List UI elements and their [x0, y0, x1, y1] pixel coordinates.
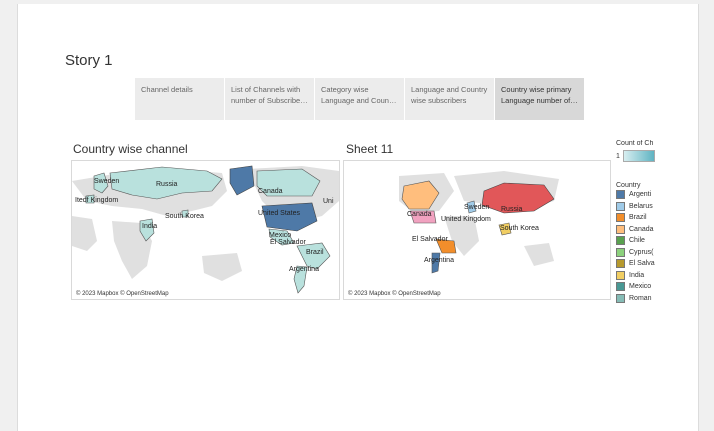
legend-swatch — [616, 190, 625, 200]
map-label: Argentina — [424, 257, 454, 264]
map-label: El Salvador — [270, 239, 306, 246]
legend-swatch — [616, 201, 625, 211]
legend-label: Canada — [629, 225, 654, 233]
map-label: El Salvador — [412, 236, 448, 243]
legend-swatch — [616, 236, 625, 246]
legend-item[interactable]: Belarus — [616, 201, 656, 213]
right-map-svg — [399, 171, 559, 274]
map-label: Canada — [258, 188, 283, 195]
map-credit: © 2023 Mapbox © OpenStreetMap — [76, 291, 169, 297]
map-label: Russia — [156, 181, 178, 188]
country-united-states[interactable] — [261, 202, 318, 232]
legend-item[interactable]: Chile — [616, 235, 656, 247]
right-map[interactable]: Sweden Canada Russia United Kingdom Sout… — [343, 160, 611, 300]
map-label: Itedf Kingdom — [75, 197, 119, 204]
legend-label: India — [629, 271, 645, 279]
map-label: Uni — [323, 198, 334, 205]
legend-item[interactable]: India — [616, 270, 656, 282]
legend-label: Brazil — [629, 214, 647, 222]
left-sheet-title: Country wise channel — [73, 142, 188, 156]
legend-panel: Count of Ch 1 Country Argenti Belarus Braz… — [616, 140, 656, 304]
count-legend-title: Count of Ch — [616, 140, 654, 147]
legend-label: Chile — [629, 237, 645, 245]
map-label: South Korea — [500, 225, 539, 232]
story-point-3[interactable]: Category wise Language and Countr... — [315, 78, 405, 120]
story-point-label: Category wise — [321, 85, 369, 94]
map-label: Sweden — [464, 204, 490, 211]
legend-swatch — [616, 293, 625, 303]
legend-label: Roman — [629, 294, 652, 302]
legend-swatch — [616, 247, 625, 257]
story-point-label: wise subscribers — [411, 96, 467, 105]
legend-swatch — [616, 259, 625, 269]
legend-item[interactable]: Cyprus( — [616, 247, 656, 259]
right-sheet-title: Sheet 11 — [346, 142, 394, 156]
land-australia — [524, 243, 554, 266]
story-point-label: Channel details — [141, 85, 193, 94]
country-alaska[interactable] — [229, 165, 255, 196]
story-point-label: Language and Countr... — [321, 96, 398, 105]
legend-swatch — [616, 224, 625, 234]
legend-label: Belarus — [629, 202, 653, 210]
legend-item[interactable]: Canada — [616, 224, 656, 236]
map-label: United Kingdom — [441, 216, 491, 223]
story-point-label: List of Channels with — [231, 85, 301, 94]
color-gradient — [622, 150, 655, 162]
left-map[interactable]: Sweden Russia Canada Itedf Kingdom South… — [71, 160, 340, 300]
count-min: 1 — [616, 152, 620, 160]
legend-item[interactable]: Brazil — [616, 212, 656, 224]
story-point-label: Country wise primary — [501, 85, 572, 94]
map-label: Russia — [501, 206, 523, 213]
legend-label: Cyprus( — [629, 248, 654, 256]
country-legend-list: Argenti Belarus Brazil Canada Chile Cyprus( El… — [616, 189, 656, 304]
story-title: Story 1 — [65, 52, 113, 69]
legend-label: El Salva — [629, 260, 655, 268]
map-label: Brazil — [306, 249, 324, 256]
map-label: Argentina — [289, 266, 319, 273]
map-label: Sweden — [94, 178, 120, 185]
legend-item[interactable]: El Salva — [616, 258, 656, 270]
story-point-4[interactable]: Language and Country wise subscribers — [405, 78, 495, 120]
story-navigator: Channel details List of Channels with nu… — [135, 78, 585, 120]
legend-swatch — [616, 213, 625, 223]
map-label: United States — [258, 210, 301, 217]
story-point-label: number of Subscriber... — [231, 96, 308, 105]
country-legend-title: Country — [616, 182, 641, 189]
legend-swatch — [616, 270, 625, 280]
map-credit: © 2023 Mapbox © OpenStreetMap — [348, 291, 441, 297]
legend-item[interactable]: Argenti — [616, 189, 656, 201]
legend-label: Argenti — [629, 191, 652, 199]
map-label: South Korea — [165, 213, 204, 220]
count-legend: 1 — [616, 150, 656, 162]
story-point-label: Language number of ... — [501, 96, 578, 105]
story-point-label: Language and Country — [411, 85, 488, 94]
legend-item[interactable]: Mexico — [616, 281, 656, 293]
map-label: India — [142, 223, 158, 230]
story-point-5[interactable]: Country wise primary Language number of … — [495, 78, 585, 120]
legend-label: Mexico — [629, 283, 652, 291]
map-label: Mexico — [269, 232, 292, 239]
story-point-1[interactable]: Channel details — [135, 78, 225, 120]
land-west — [72, 216, 97, 251]
map-label: Canada — [407, 211, 432, 218]
legend-item[interactable]: Roman — [616, 293, 656, 305]
legend-swatch — [616, 282, 625, 292]
story-point-2[interactable]: List of Channels with number of Subscrib… — [225, 78, 315, 120]
land-australia — [202, 253, 242, 281]
